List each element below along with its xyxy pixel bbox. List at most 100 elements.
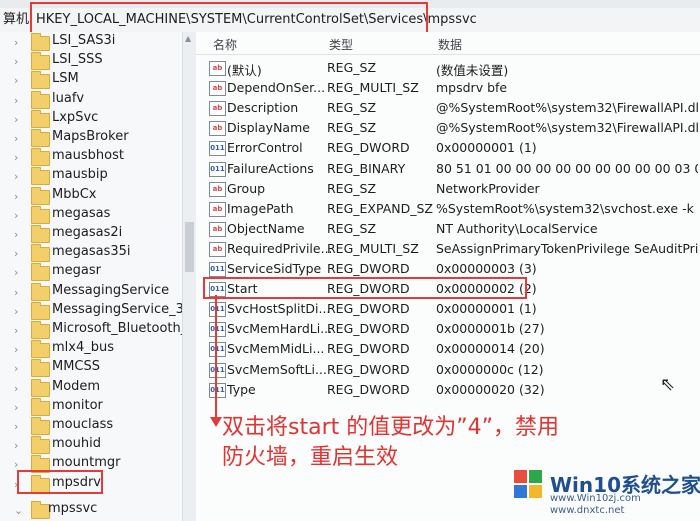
tree-item[interactable]: ⌄ mpssvc xyxy=(0,500,182,521)
binary-value-icon: 011 xyxy=(209,262,226,277)
value-row[interactable]: ab Description REG_SZ @%SystemRoot%\system3… xyxy=(196,98,700,118)
value-name: ServiceSidType xyxy=(227,261,322,276)
chevron-right-icon[interactable]: › xyxy=(14,94,18,107)
value-row[interactable]: 011 Type REG_DWORD 0x00000020 (32) xyxy=(196,380,700,400)
value-row[interactable]: ab DisplayName REG_SZ @%SystemRoot%\system3… xyxy=(196,118,700,138)
chevron-right-icon[interactable]: › xyxy=(14,247,18,260)
value-name: ErrorControl xyxy=(227,140,303,156)
chevron-right-icon[interactable]: › xyxy=(14,362,18,375)
value-row[interactable]: 011 SvcMemMidLi... REG_DWORD 0x00000014 (20… xyxy=(196,339,700,359)
value-data: SeAssignPrimaryTokenPrivilege SeAuditPri… xyxy=(436,240,698,256)
binary-value-icon: 011 xyxy=(209,322,226,338)
folder-icon xyxy=(31,417,50,435)
address-bar[interactable]: 算机 HKEY_LOCAL_MACHINE\SYSTEM\CurrentCont… xyxy=(0,8,700,33)
tree-scrollbar[interactable]: ▲ xyxy=(182,32,197,521)
chevron-down-icon[interactable]: ⌄ xyxy=(14,504,23,517)
value-row[interactable]: 011 SvcMemSoftLi... REG_DWORD 0x0000000c (1… xyxy=(196,360,700,380)
value-data: NT Authority\LocalService xyxy=(436,220,598,236)
tree-item-label: monitor xyxy=(52,397,103,413)
value-name: SvcHostSplitDi... xyxy=(227,301,331,317)
value-type: REG_SZ xyxy=(327,100,377,116)
value-row[interactable]: 011 ErrorControl REG_DWORD 0x00000001 (1) xyxy=(196,138,700,158)
tree-item-label: MessagingService xyxy=(52,282,170,298)
value-type: REG_SZ xyxy=(327,220,377,236)
chevron-right-icon[interactable]: › xyxy=(14,305,18,318)
value-row[interactable]: 011 SvcMemHardLi... REG_DWORD 0x0000001b (2… xyxy=(196,319,700,339)
chevron-right-icon[interactable]: › xyxy=(14,55,18,68)
scroll-thumb[interactable] xyxy=(185,222,194,272)
chevron-right-icon[interactable]: › xyxy=(14,151,18,164)
value-row[interactable]: ab Group REG_SZ NetworkProvider xyxy=(196,179,700,199)
string-value-icon: ab xyxy=(209,101,226,117)
chevron-right-icon[interactable]: › xyxy=(14,401,18,414)
value-row[interactable]: ab ObjectName REG_SZ NT Authority\LocalServ… xyxy=(196,219,700,239)
value-name: Group xyxy=(227,180,266,196)
string-value-icon: ab xyxy=(209,181,226,197)
column-type-header[interactable]: 类型 xyxy=(329,36,353,53)
value-type: REG_DWORD xyxy=(327,140,410,156)
column-data-header[interactable]: 数据 xyxy=(438,36,462,53)
chevron-right-icon[interactable]: › xyxy=(14,113,18,126)
value-name: ImagePath xyxy=(227,200,294,216)
folder-icon xyxy=(31,263,50,282)
tree-item-label: mausbip xyxy=(52,167,108,183)
chevron-right-icon[interactable]: › xyxy=(14,74,18,87)
registry-path[interactable]: HKEY_LOCAL_MACHINE\SYSTEM\CurrentControl… xyxy=(36,8,477,32)
folder-icon xyxy=(31,205,50,224)
value-name: DependOnSer... xyxy=(227,80,326,96)
value-row[interactable]: ab DependOnSer... REG_MULTI_SZ mpsdrv bfe xyxy=(196,78,700,98)
values-header: 名称 类型 数据 xyxy=(196,32,700,55)
value-row[interactable]: ab ImagePath REG_EXPAND_SZ %SystemRoot%\sys… xyxy=(196,199,700,219)
value-type: REG_BINARY xyxy=(327,160,406,176)
binary-value-icon: 011 xyxy=(209,342,226,358)
folder-icon xyxy=(31,148,50,167)
chevron-right-icon[interactable]: › xyxy=(14,209,18,222)
value-row[interactable]: 011 FailureActions REG_BINARY 80 51 01 00 0… xyxy=(196,159,700,179)
chevron-right-icon[interactable]: › xyxy=(14,228,18,241)
string-value-icon: ab xyxy=(209,221,226,237)
chevron-right-icon[interactable]: › xyxy=(14,132,18,145)
registry-tree[interactable]: › LSI_SAS3i › LSI_SSS › LSM › luafv › LxpSvc › Maps… xyxy=(0,32,182,521)
tree-item-label: LSI_SSS xyxy=(52,52,103,68)
column-name-header[interactable]: 名称 xyxy=(213,36,237,53)
value-row[interactable]: 011 SvcHostSplitDi... REG_DWORD 0x00000001 … xyxy=(196,299,700,319)
value-row[interactable]: 011 ServiceSidType REG_DWORD 0x00000003 (3) xyxy=(196,259,700,279)
value-data: 0x00000020 (32) xyxy=(436,381,545,397)
value-data: 0x0000001b (27) xyxy=(436,321,545,337)
chevron-right-icon[interactable]: › xyxy=(14,324,18,337)
tree-item-label: LxpSvc xyxy=(52,109,99,125)
tree-item-label: mlx4_bus xyxy=(52,340,115,356)
chevron-right-icon[interactable]: › xyxy=(14,266,18,279)
value-type: REG_DWORD xyxy=(327,261,410,276)
tree-item-label: Modem xyxy=(52,378,101,394)
folder-icon xyxy=(31,186,50,205)
folder-icon xyxy=(31,129,50,147)
chevron-right-icon[interactable]: › xyxy=(14,439,18,452)
chevron-right-icon[interactable]: › xyxy=(14,382,18,395)
watermark-url-2: www.dnxtc.net xyxy=(550,505,625,516)
chevron-right-icon[interactable]: › xyxy=(14,36,18,49)
tree-item-label: MbbCx xyxy=(52,186,97,202)
annotation-arrow-head xyxy=(210,417,222,427)
value-data: 0x00000014 (20) xyxy=(436,341,545,357)
chevron-right-icon[interactable]: › xyxy=(14,170,18,183)
chevron-right-icon[interactable]: › xyxy=(14,190,18,203)
string-value-icon: ab xyxy=(209,241,226,257)
value-type: REG_DWORD xyxy=(327,321,410,337)
chevron-right-icon[interactable]: › xyxy=(14,286,18,299)
value-type: REG_SZ xyxy=(327,60,377,75)
chevron-right-icon[interactable]: › xyxy=(14,420,18,433)
binary-value-icon: 011 xyxy=(209,141,226,157)
value-type: REG_DWORD xyxy=(327,381,410,397)
folder-icon xyxy=(31,71,50,90)
chevron-right-icon[interactable]: › xyxy=(14,343,18,356)
scroll-up-icon[interactable]: ▲ xyxy=(185,34,191,43)
value-name: ObjectName xyxy=(227,220,305,236)
tree-item-label: Microsoft_Bluetooth_ xyxy=(52,321,182,336)
value-row[interactable]: ab (默认) REG_SZ (数值未设置) xyxy=(196,58,700,78)
value-data: 0x00000001 (1) xyxy=(436,301,537,317)
value-row[interactable]: ab RequiredPrivile... REG_MULTI_SZ SeAssign… xyxy=(196,239,700,259)
tree-item-label: megasas2i xyxy=(52,225,123,240)
watermark-url-1: www.Win10zj.com xyxy=(550,493,641,504)
folder-icon xyxy=(31,109,50,128)
